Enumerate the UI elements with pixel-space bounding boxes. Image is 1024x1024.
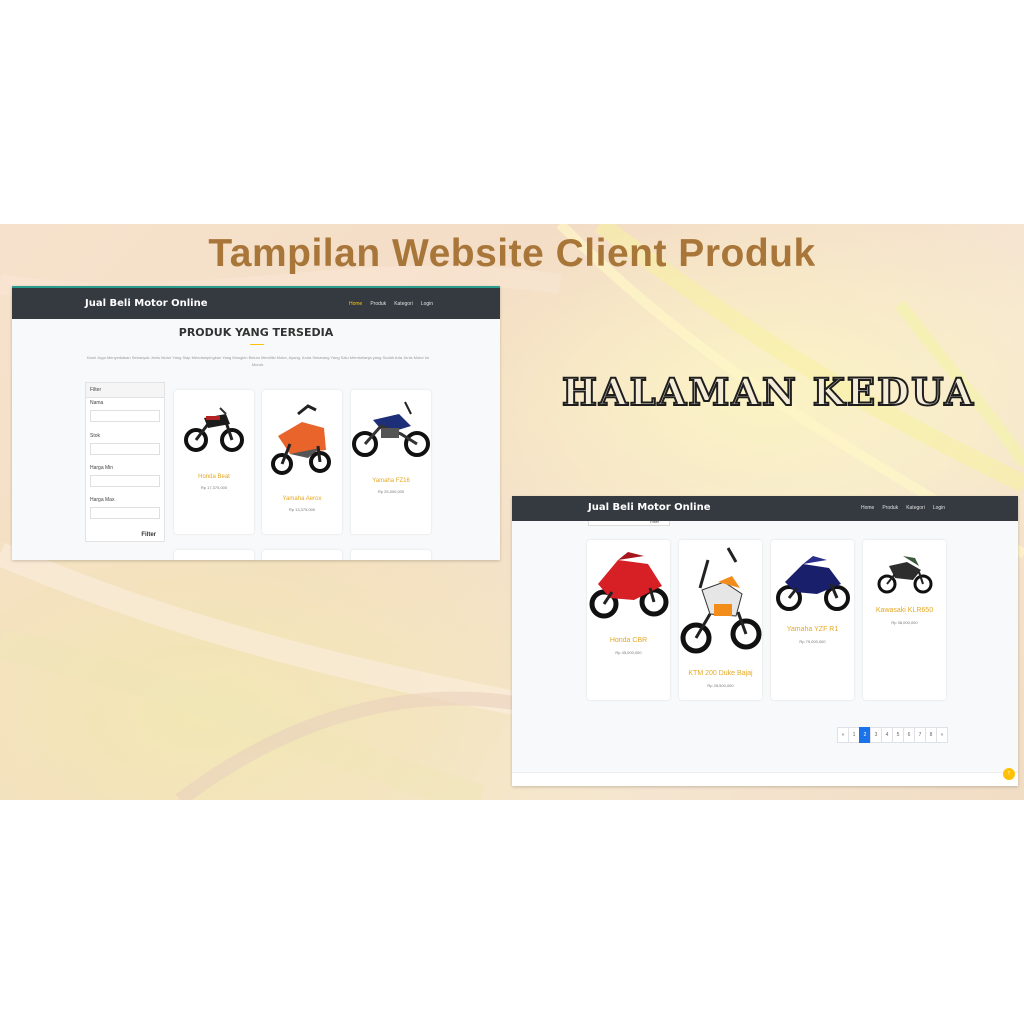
motorcycle-image — [589, 552, 669, 619]
product-name[interactable]: Yamaha YZF R1 — [771, 626, 854, 633]
filter-stok-input[interactable] — [90, 443, 160, 455]
filter-title: Filter — [86, 383, 164, 398]
filter-label-harga-min: Harga Min — [90, 465, 114, 471]
nav-kategori[interactable]: Kategori — [394, 301, 413, 307]
pagination: « 1 2 3 4 5 6 7 8 » — [837, 727, 948, 743]
motorcycle-image — [184, 407, 244, 452]
footer — [512, 772, 1018, 786]
nav-kategori[interactable]: Kategori — [906, 505, 925, 511]
motorcycle-image — [271, 404, 331, 475]
product-name[interactable]: Kawasaki KLR650 — [863, 607, 946, 614]
product-card[interactable]: Yamaha FZ16 Rp 25,500,000 — [351, 390, 431, 534]
nav-produk[interactable]: Produk — [370, 301, 386, 307]
presentation-slide: Tampilan Website Client Produk HALAMAN K… — [0, 224, 1024, 800]
nav-login[interactable]: Login — [421, 301, 433, 307]
filter-button[interactable]: Filter — [141, 532, 156, 538]
filter-label-stok: Stok — [90, 433, 101, 439]
product-price: Rp 28,500,000 — [707, 683, 734, 688]
navbar-menu: Home Produk Kategori Login — [349, 301, 433, 307]
filter-harga-max-input[interactable] — [90, 507, 160, 519]
filter-label-nama: Nama — [90, 400, 104, 406]
motorcycle-image — [877, 556, 933, 594]
product-price: Rp 45,000,000 — [615, 650, 642, 655]
intro-text: Kami Juga Menyediakan Sebanyak Jenis Mot… — [86, 355, 430, 367]
product-card[interactable]: KTM 200 Duke Bajaj Rp 28,500,000 — [679, 540, 762, 700]
pagination-next[interactable]: » — [936, 727, 948, 743]
product-price: Rp 25,500,000 — [377, 489, 405, 494]
product-card[interactable]: Yamaha Aerox Rp 13,375,000 — [262, 390, 342, 534]
filter-panel-stub: Filter — [588, 519, 670, 526]
navbar-brand[interactable]: Jual Beli Motor Online — [588, 502, 711, 513]
product-name[interactable]: Yamaha Aerox — [262, 496, 342, 502]
navbar: Jual Beli Motor Online Home Produk Kateg… — [12, 288, 500, 319]
product-name[interactable]: Honda Beat — [174, 474, 254, 480]
screenshot-page-two: Jual Beli Motor Online Home Produk Kateg… — [512, 496, 1018, 786]
filter-nama-input[interactable] — [90, 410, 160, 422]
product-card-partial[interactable] — [174, 550, 254, 560]
product-card[interactable]: Yamaha YZF R1 Rp 79,000,000 — [771, 540, 854, 700]
product-card-partial[interactable] — [351, 550, 431, 560]
heading-underline — [250, 344, 264, 345]
motorcycle-image — [776, 556, 850, 611]
nav-home[interactable]: Home — [861, 505, 874, 511]
nav-login[interactable]: Login — [933, 505, 945, 511]
nav-produk[interactable]: Produk — [882, 505, 898, 511]
side-title: HALAMAN KEDUA — [561, 369, 976, 415]
navbar-brand[interactable]: Jual Beli Motor Online — [85, 298, 208, 309]
product-price: Rp 38,000,000 — [891, 620, 918, 625]
filter-harga-min-input[interactable] — [90, 475, 160, 487]
motorcycle-image — [352, 401, 430, 457]
product-price: Rp 13,375,000 — [288, 507, 316, 512]
product-name[interactable]: KTM 200 Duke Bajaj — [679, 670, 762, 677]
product-card-partial[interactable] — [262, 550, 342, 560]
product-name[interactable]: Yamaha FZ16 — [351, 478, 431, 484]
slide-title: Tampilan Website Client Produk — [208, 232, 816, 275]
filter-label-harga-max: Harga Max — [90, 497, 115, 503]
product-price: Rp 17,375,000 — [200, 485, 228, 490]
screenshot-page-one: Jual Beli Motor Online Home Produk Kateg… — [12, 286, 500, 560]
product-card[interactable]: Honda CBR Rp 45,000,000 — [587, 540, 670, 700]
product-card[interactable]: Kawasaki KLR650 Rp 38,000,000 — [863, 540, 946, 700]
navbar-menu: Home Produk Kategori Login — [861, 505, 945, 511]
navbar: Jual Beli Motor Online Home Produk Kateg… — [512, 496, 1018, 521]
arrow-up-icon: ↑ — [1007, 770, 1011, 777]
product-price: Rp 79,000,000 — [799, 639, 826, 644]
motorcycle-image — [680, 547, 762, 654]
product-card[interactable]: Honda Beat Rp 17,375,000 — [174, 390, 254, 534]
filter-stub-label[interactable]: Filter — [650, 519, 659, 524]
nav-home[interactable]: Home — [349, 301, 362, 307]
product-name[interactable]: Honda CBR — [587, 637, 670, 644]
filter-panel: Filter Nama Stok Harga Min Harga Max Fil… — [85, 382, 165, 542]
scroll-top-button[interactable]: ↑ — [1003, 768, 1015, 780]
page-heading: PRODUK YANG TERSEDIA — [178, 326, 334, 339]
